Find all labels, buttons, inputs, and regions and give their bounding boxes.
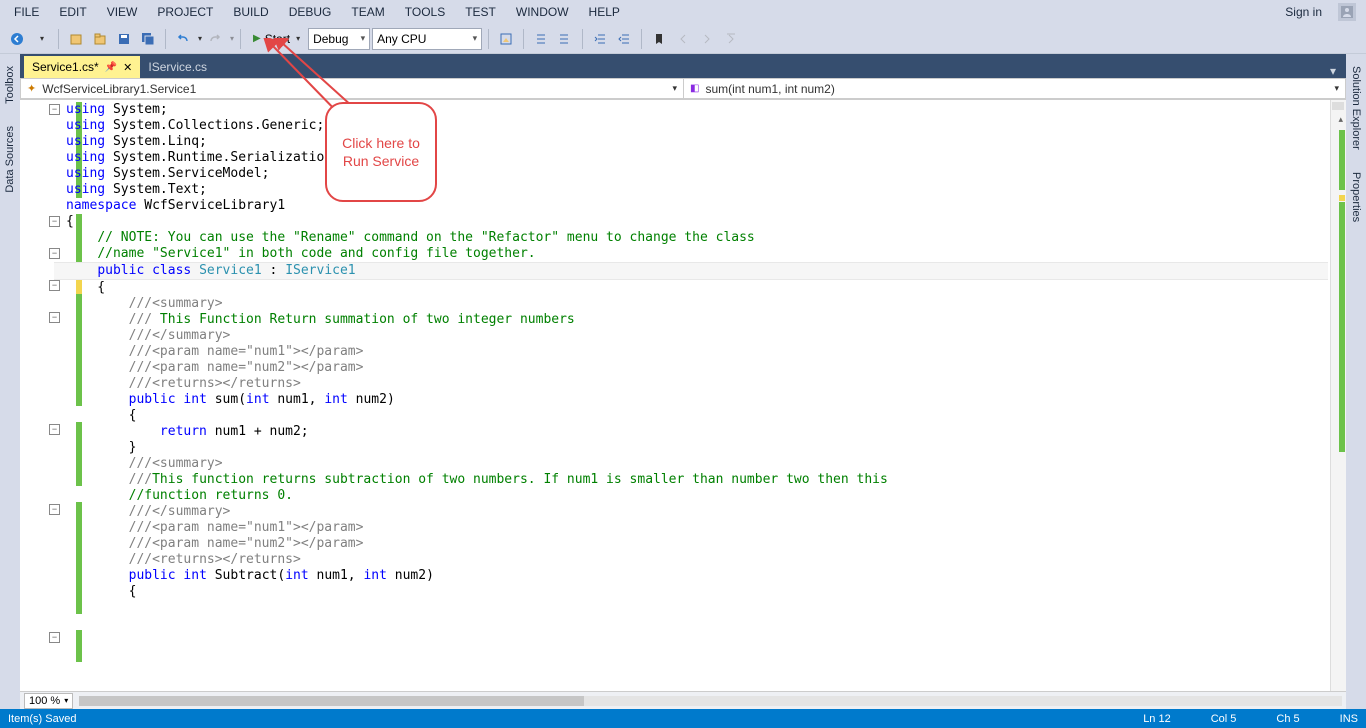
status-ch: Ch 5 <box>1276 713 1299 725</box>
scroll-up-icon[interactable]: ▴ <box>1338 114 1343 125</box>
uncomment-button[interactable] <box>554 28 576 50</box>
class-icon: ✦ <box>27 82 36 95</box>
annotation-callout: Click here to Run Service <box>325 102 437 202</box>
menu-view[interactable]: VIEW <box>97 2 148 22</box>
menu-build[interactable]: BUILD <box>223 2 278 22</box>
toolbox-tab[interactable]: Toolbox <box>2 60 18 110</box>
undo-button[interactable] <box>172 28 194 50</box>
menu-window[interactable]: WINDOW <box>506 2 579 22</box>
zoom-combo[interactable]: 100 %▾ <box>24 693 73 709</box>
signin-link[interactable]: Sign in <box>1275 2 1332 22</box>
config-combo[interactable]: Debug▾ <box>308 28 370 50</box>
open-file-button[interactable] <box>89 28 111 50</box>
new-project-button[interactable] <box>65 28 87 50</box>
menu-project[interactable]: PROJECT <box>147 2 223 22</box>
clear-bookmarks-button[interactable] <box>720 28 742 50</box>
tab-overflow-button[interactable]: ▾ <box>1324 64 1342 78</box>
undo-dropdown[interactable]: ▾ <box>198 34 202 43</box>
document-tabs: Service1.cs* 📌 ✕ IService.cs ▾ <box>20 54 1346 78</box>
menu-help[interactable]: HELP <box>579 2 630 22</box>
method-icon: ◧ <box>690 83 699 94</box>
code-editor[interactable]: −−−−−−−− using System;using System.Colle… <box>20 100 1346 691</box>
menu-file[interactable]: FILE <box>4 2 49 22</box>
redo-dropdown[interactable]: ▾ <box>230 34 234 43</box>
tab-service1[interactable]: Service1.cs* 📌 ✕ <box>24 56 140 78</box>
menu-tools[interactable]: TOOLS <box>395 2 455 22</box>
comment-out-button[interactable] <box>530 28 552 50</box>
platform-combo[interactable]: Any CPU▾ <box>372 28 482 50</box>
right-sidebar: Solution Explorer Properties <box>1346 54 1366 709</box>
type-nav-combo[interactable]: ✦ WcfServiceLibrary1.Service1 ▾ <box>20 78 683 99</box>
start-label: Start <box>265 32 290 46</box>
outdent-button[interactable] <box>613 28 635 50</box>
nav-forward-button[interactable]: ▾ <box>30 28 52 50</box>
properties-tab[interactable]: Properties <box>1348 166 1364 228</box>
status-message: Item(s) Saved <box>8 713 76 725</box>
status-col: Col 5 <box>1211 713 1237 725</box>
play-icon: ▶ <box>253 33 261 44</box>
status-ins: INS <box>1340 713 1358 725</box>
user-avatar-icon[interactable] <box>1338 3 1356 21</box>
menu-team[interactable]: TEAM <box>341 2 394 22</box>
nav-back-button[interactable] <box>6 28 28 50</box>
code-nav-bar: ✦ WcfServiceLibrary1.Service1 ▾ ◧ sum(in… <box>20 78 1346 100</box>
next-bookmark-button[interactable] <box>696 28 718 50</box>
bookmark-button[interactable] <box>648 28 670 50</box>
save-button[interactable] <box>113 28 135 50</box>
overview-ruler[interactable]: ▴ <box>1330 100 1346 691</box>
menu-bar: FILE EDIT VIEW PROJECT BUILD DEBUG TEAM … <box>0 0 1366 24</box>
tab-iservice[interactable]: IService.cs <box>140 56 215 78</box>
menu-test[interactable]: TEST <box>455 2 506 22</box>
status-bar: Item(s) Saved Ln 12 Col 5 Ch 5 INS <box>0 709 1366 728</box>
save-all-button[interactable] <box>137 28 159 50</box>
indent-button[interactable] <box>589 28 611 50</box>
horizontal-scrollbar[interactable] <box>79 696 1342 706</box>
toolbar-icon-1[interactable] <box>495 28 517 50</box>
data-sources-tab[interactable]: Data Sources <box>2 120 18 199</box>
pin-icon[interactable]: 📌 <box>105 62 117 73</box>
member-nav-combo[interactable]: ◧ sum(int num1, int num2) ▾ <box>683 78 1346 99</box>
redo-button[interactable] <box>204 28 226 50</box>
left-sidebar: Toolbox Data Sources <box>0 54 20 709</box>
start-button[interactable]: ▶ Start ▾ <box>247 28 306 50</box>
solution-explorer-tab[interactable]: Solution Explorer <box>1348 60 1364 156</box>
toolbar: ▾ ▾ ▾ ▶ Start ▾ Debug▾ Any CPU▾ <box>0 24 1366 54</box>
status-line: Ln 12 <box>1143 713 1171 725</box>
menu-debug[interactable]: DEBUG <box>279 2 342 22</box>
tab-label: Service1.cs* <box>32 60 99 74</box>
close-icon[interactable]: ✕ <box>123 61 132 74</box>
prev-bookmark-button[interactable] <box>672 28 694 50</box>
tab-label: IService.cs <box>148 60 207 74</box>
menu-edit[interactable]: EDIT <box>49 2 96 22</box>
split-handle-icon[interactable] <box>1332 102 1344 110</box>
editor-footer: 100 %▾ <box>20 691 1346 709</box>
